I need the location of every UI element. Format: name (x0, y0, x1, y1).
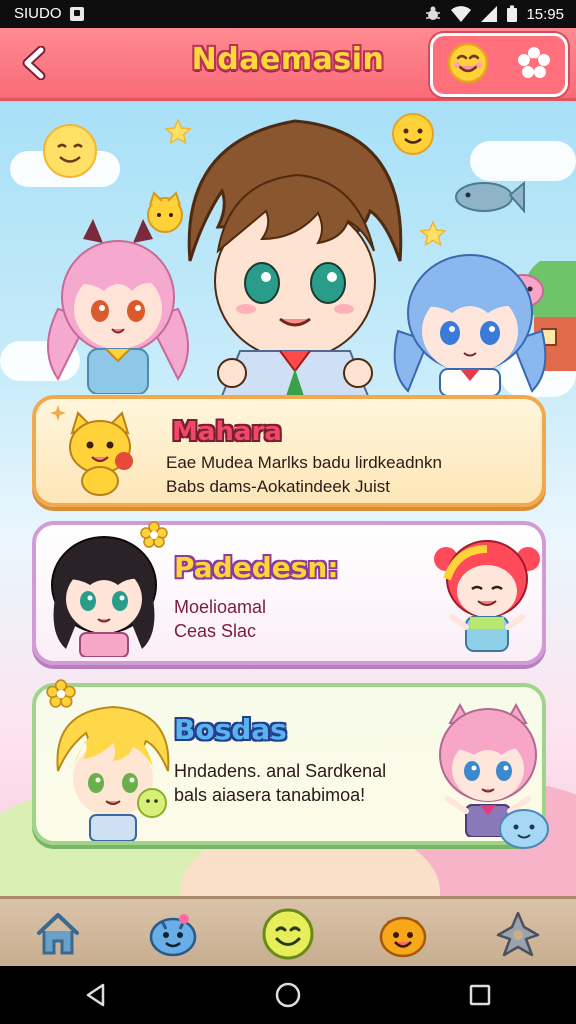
sun-smiley-icon (43, 124, 97, 178)
flower-settings-icon (518, 47, 550, 78)
system-home-button[interactable] (264, 971, 312, 1019)
main-scene: Mahara Eae Mudea Marlks badu lirdkeadnkn… (0, 101, 576, 896)
sparkle-icon (50, 405, 66, 421)
battery-icon (507, 5, 518, 22)
top-right-actions (430, 33, 568, 97)
whale-icon (455, 180, 525, 214)
blue-hair-girl-character (393, 254, 547, 396)
card-padedesn[interactable]: Padedesn: Moelioamal Ceas Slac (32, 521, 546, 665)
red-hair-girl-icon (434, 540, 540, 652)
card-line: Ceas Slac (174, 621, 257, 641)
home-icon (36, 913, 79, 955)
card-description: Hndadens. anal Sardkenal bals aiasera ta… (174, 759, 386, 807)
card-title: Padedesn: (174, 551, 339, 584)
blue-monster-icon (149, 914, 197, 957)
nav-monster-orange[interactable] (373, 904, 433, 964)
orange-monster-icon (379, 916, 427, 958)
card-mahara[interactable]: Mahara Eae Mudea Marlks badu lirdkeadnkn… (32, 395, 546, 507)
system-back-button[interactable] (72, 971, 120, 1019)
settings-button[interactable] (516, 45, 552, 85)
home-circle-icon (275, 982, 301, 1008)
nav-home[interactable] (28, 904, 88, 964)
system-nav-bar (0, 966, 576, 1024)
brown-hair-boy-character (187, 119, 403, 401)
gallery-icon (69, 6, 84, 21)
bottom-nav (0, 896, 576, 969)
app-bar: Ndaemasin (0, 28, 576, 101)
back-triangle-icon (86, 983, 105, 1007)
system-recents-button[interactable] (456, 971, 504, 1019)
card-bosdas[interactable]: Bosdas Hndadens. anal Sardkenal bals aia… (32, 679, 546, 845)
smiley-icon (262, 908, 314, 960)
status-right: 15:95 (424, 5, 564, 23)
card-line: Babs dams-Aokatindeek Juist (166, 477, 390, 496)
status-bar: SIUDO 15:95 (0, 0, 576, 28)
card-line: Eae Mudea Marlks badu lirdkeadnkn (166, 453, 442, 472)
flower-icon (46, 679, 76, 708)
bug-icon (426, 6, 441, 20)
nav-puzzle[interactable] (488, 904, 548, 964)
status-left: SIUDO (14, 5, 84, 22)
black-hair-girl-icon (51, 536, 157, 657)
yellow-cat-mascot-icon (69, 411, 133, 496)
recents-square-icon (469, 984, 491, 1006)
blue-blob-icon (499, 809, 549, 849)
card-description: Eae Mudea Marlks badu lirdkeadnkn Babs d… (166, 451, 442, 499)
status-time: 15:95 (526, 5, 564, 23)
nav-monster-blue[interactable] (143, 904, 203, 964)
profile-smiley-button[interactable] (446, 41, 490, 89)
card-line: bals aiasera tanabimoa! (174, 785, 366, 805)
nav-smiley[interactable] (258, 904, 318, 964)
card-description: Moelioamal Ceas Slac (174, 595, 266, 643)
blonde-boy-icon (56, 705, 170, 841)
card-title: Mahara (172, 417, 282, 447)
card-line: Moelioamal (174, 597, 267, 617)
smiley-icon (447, 42, 489, 84)
card-title: Bosdas (174, 713, 287, 746)
card-line: Hndadens. anal Sardkenal (174, 761, 387, 781)
flower-icon (140, 521, 168, 548)
status-label: SIUDO (14, 5, 62, 22)
signal-icon (481, 6, 498, 22)
wifi-icon (451, 6, 472, 22)
puzzle-icon (497, 911, 540, 957)
star-icon (420, 221, 446, 247)
